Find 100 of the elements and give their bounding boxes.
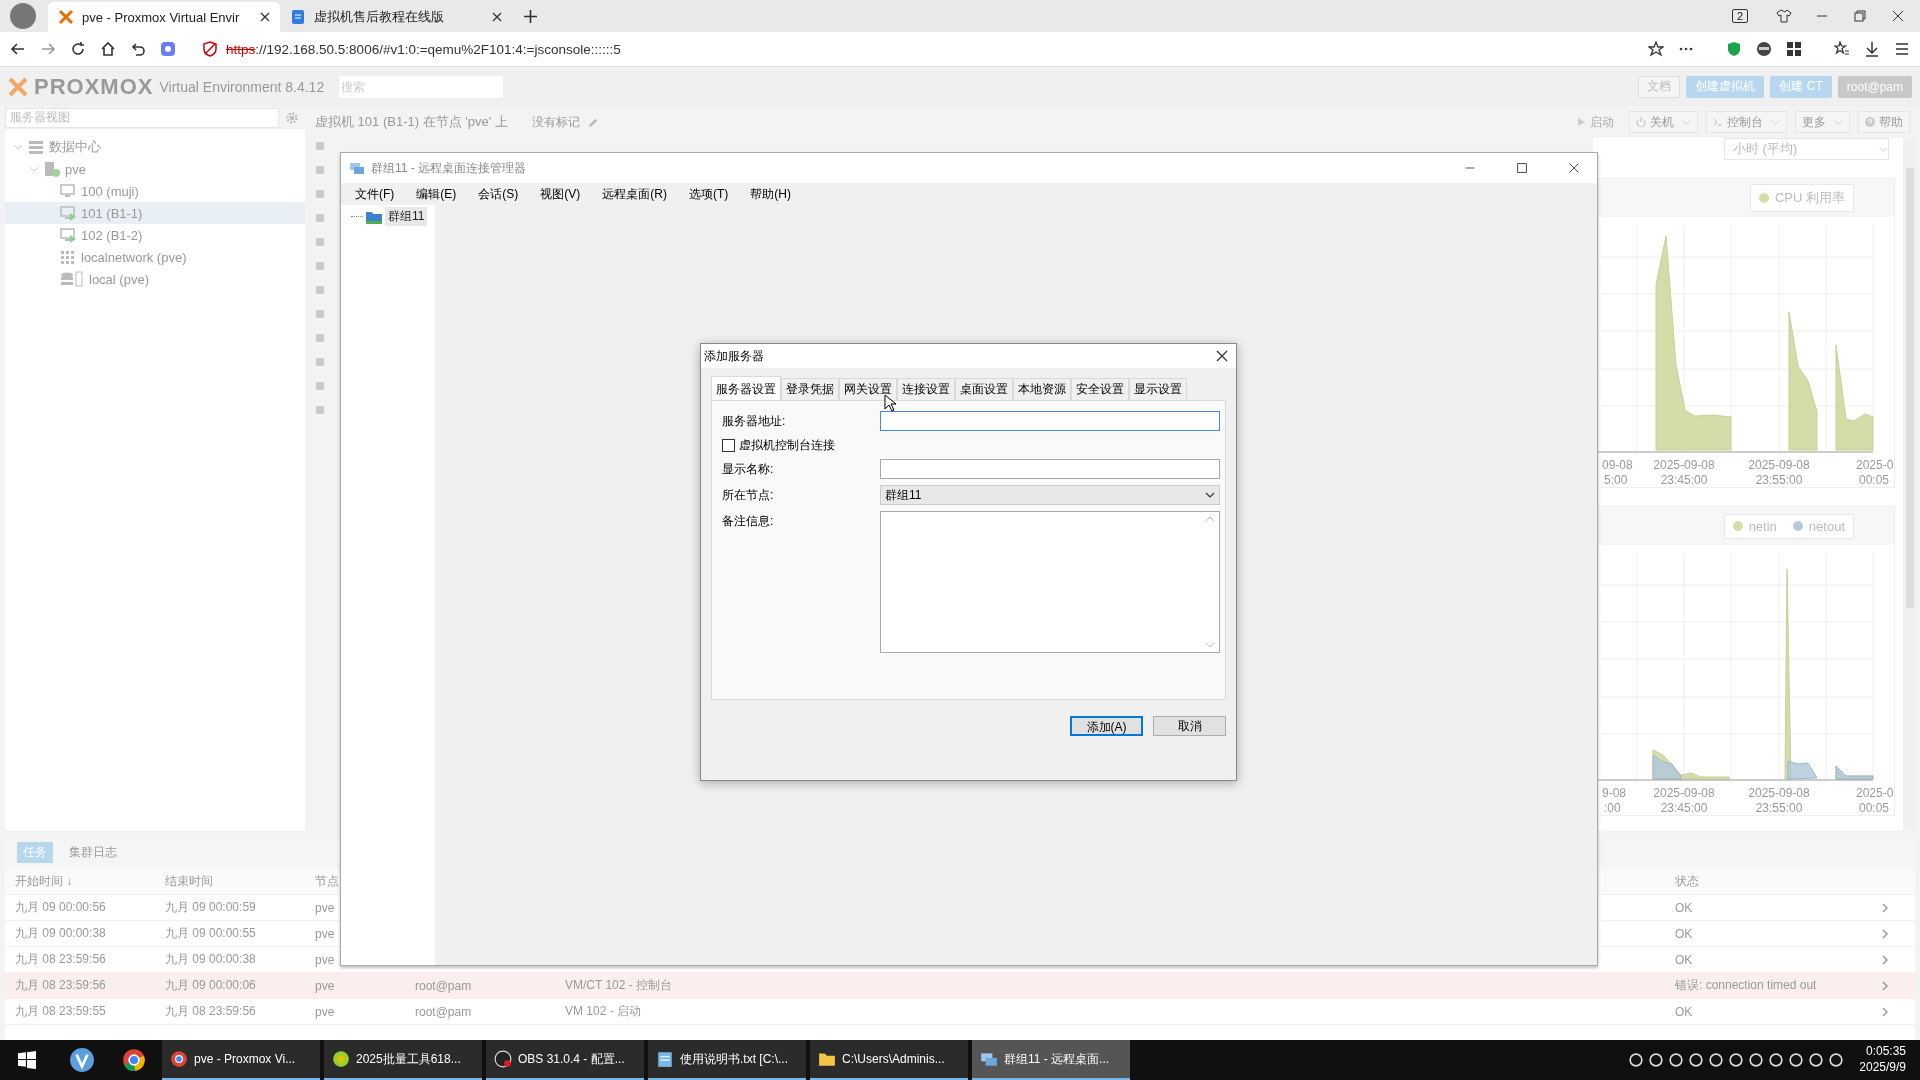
- axis-label: 5:00: [1604, 473, 1628, 487]
- chevron-icon[interactable]: [1880, 902, 1890, 913]
- close-icon[interactable]: [260, 12, 270, 22]
- axis-label: 23:55:00: [1755, 801, 1803, 815]
- table-cell: pve: [315, 926, 335, 941]
- table-cell: 九月 08 23:59:56: [165, 1004, 256, 1018]
- table-cell: VM 102 - 启动: [565, 1004, 642, 1018]
- table-cell: OK: [1675, 900, 1693, 915]
- chevron-icon[interactable]: [1880, 954, 1890, 965]
- field-label: 服务器地址:: [722, 412, 787, 430]
- tab[interactable]: 本地资源: [1013, 378, 1071, 400]
- menu-item[interactable]: 编辑(E): [416, 185, 457, 203]
- help-icon: [1865, 117, 1875, 127]
- address-bar[interactable]: https://192.168.50.5:8006/#v1:0:=qemu%2F101:4:=jsconsole::::::5: [190, 36, 1634, 62]
- tab[interactable]: 服务器设置: [711, 376, 781, 400]
- table-cell: 九月 09 00:00:59: [165, 900, 256, 914]
- chevron-icon[interactable]: [1880, 928, 1890, 939]
- start-icon[interactable]: [18, 1051, 36, 1069]
- taskbar-button[interactable]: 使用说明书.txt [C:\...: [648, 1040, 806, 1080]
- caret-icon: [1205, 490, 1215, 500]
- menu-item[interactable]: 文件(F): [355, 185, 395, 203]
- field-label: 备注信息:: [722, 512, 775, 530]
- taskbar-button[interactable]: OBS 31.0.4 - 配置...: [486, 1040, 644, 1080]
- table-cell: 九月 08 23:59:55: [15, 1004, 106, 1018]
- storage-icon: [60, 271, 84, 287]
- field-label: 所在节点:: [722, 486, 775, 504]
- axis-label: 2025-0: [1856, 458, 1894, 472]
- close-icon[interactable]: [1567, 161, 1581, 175]
- caret-icon: [1879, 144, 1888, 154]
- menu-item[interactable]: 远程桌面(R): [602, 185, 667, 203]
- document-icon: [290, 9, 306, 25]
- download-icon[interactable]: [1864, 41, 1880, 57]
- page-title: 虚拟机 101 (B1-1) 在节点 'pve' 上: [315, 113, 508, 131]
- tree-item[interactable]: 群组11: [385, 207, 428, 226]
- folder-icon: [818, 1050, 836, 1068]
- restore-icon[interactable]: [1852, 8, 1868, 24]
- caret-icon: [1834, 117, 1843, 127]
- grid-icon[interactable]: [1786, 41, 1802, 57]
- table-cell: 九月 09 00:00:56: [15, 900, 106, 914]
- mask-icon[interactable]: [1756, 41, 1772, 57]
- taskbar-button[interactable]: 群组11 - 远程桌面...: [972, 1040, 1130, 1080]
- favorites-icon[interactable]: [1834, 41, 1850, 57]
- star-icon[interactable]: [1648, 41, 1664, 57]
- home-icon[interactable]: [100, 41, 116, 57]
- forward-icon[interactable]: [40, 41, 56, 57]
- close-icon[interactable]: [1216, 350, 1228, 362]
- table-cell: pve: [315, 900, 335, 915]
- chevron-icon[interactable]: [1880, 1006, 1890, 1017]
- caret-icon: [1771, 117, 1780, 127]
- table-cell: 九月 09 00:00:55: [165, 926, 256, 940]
- tab[interactable]: 安全设置: [1071, 378, 1129, 400]
- close-icon[interactable]: [492, 12, 502, 22]
- menu-icon[interactable]: [1894, 41, 1910, 57]
- new-tab-icon[interactable]: [524, 10, 537, 23]
- axis-label: 23:45:00: [1660, 473, 1708, 487]
- taskbar-button[interactable]: pve - Proxmox Vi...: [162, 1040, 320, 1080]
- axis-label: 00:05: [1859, 801, 1890, 815]
- taskbar-button[interactable]: 2025批量工具618...: [324, 1040, 482, 1080]
- taskbar-button[interactable]: C:\Users\Adminis...: [810, 1040, 968, 1080]
- tab[interactable]: 登录凭据: [781, 378, 839, 400]
- table-cell: 错误: connection timed out: [1675, 978, 1817, 992]
- chrome-icon[interactable]: [121, 1047, 147, 1073]
- profile-avatar[interactable]: [10, 3, 36, 29]
- back-icon[interactable]: [10, 41, 26, 57]
- tab[interactable]: 桌面设置: [955, 378, 1013, 400]
- axis-label: 2025-09-08: [1653, 786, 1715, 800]
- shirt-icon[interactable]: [1776, 8, 1792, 24]
- browser-tab[interactable]: pve - Proxmox Virtual Envir: [48, 2, 280, 32]
- table-cell: OK: [1675, 926, 1693, 941]
- axis-label: 00:05: [1859, 473, 1890, 487]
- menu-item[interactable]: 帮助(H): [750, 185, 791, 203]
- tab-count[interactable]: 2: [1731, 9, 1748, 23]
- tab[interactable]: 显示设置: [1129, 378, 1187, 400]
- close-icon[interactable]: [1890, 8, 1906, 24]
- clock[interactable]: 0:05:35 2025/9/9: [1859, 1044, 1906, 1076]
- app-icon: [332, 1050, 350, 1068]
- reload-icon[interactable]: [70, 41, 86, 57]
- url-text: https://192.168.50.5:8006/#v1:0:=qemu%2F101:4:=jsconsole::::::5: [226, 41, 621, 57]
- tab[interactable]: 网关设置: [839, 378, 897, 400]
- table-cell: 九月 09 00:00:38: [15, 926, 106, 940]
- menu-item[interactable]: 视图(V): [540, 185, 581, 203]
- node-select[interactable]: 群组11: [880, 485, 1220, 505]
- axis-label: 2025-09-08: [1748, 786, 1810, 800]
- play-icon: [1576, 117, 1586, 127]
- axis-label: 9-08: [1602, 786, 1627, 800]
- tab[interactable]: 连接设置: [897, 378, 955, 400]
- checkbox[interactable]: 虚拟机控制台连接: [722, 437, 1220, 453]
- input-field[interactable]: [880, 411, 1220, 431]
- maximize-icon[interactable]: [1515, 161, 1529, 175]
- menu-item[interactable]: 会话(S): [478, 185, 519, 203]
- dialog-button[interactable]: 取消: [1153, 716, 1226, 736]
- assistant-icon[interactable]: [160, 41, 176, 57]
- browser-tab[interactable]: 虚拟机售后教程在线版: [280, 2, 512, 32]
- undo-icon[interactable]: [130, 41, 146, 57]
- input-field[interactable]: [880, 459, 1220, 479]
- menu-item[interactable]: 选项(T): [689, 185, 729, 203]
- table-cell: OK: [1675, 1004, 1693, 1019]
- v-app-icon[interactable]: [69, 1047, 95, 1073]
- folder-icon: [366, 209, 382, 224]
- dialog-button[interactable]: 添加(A): [1070, 716, 1143, 736]
